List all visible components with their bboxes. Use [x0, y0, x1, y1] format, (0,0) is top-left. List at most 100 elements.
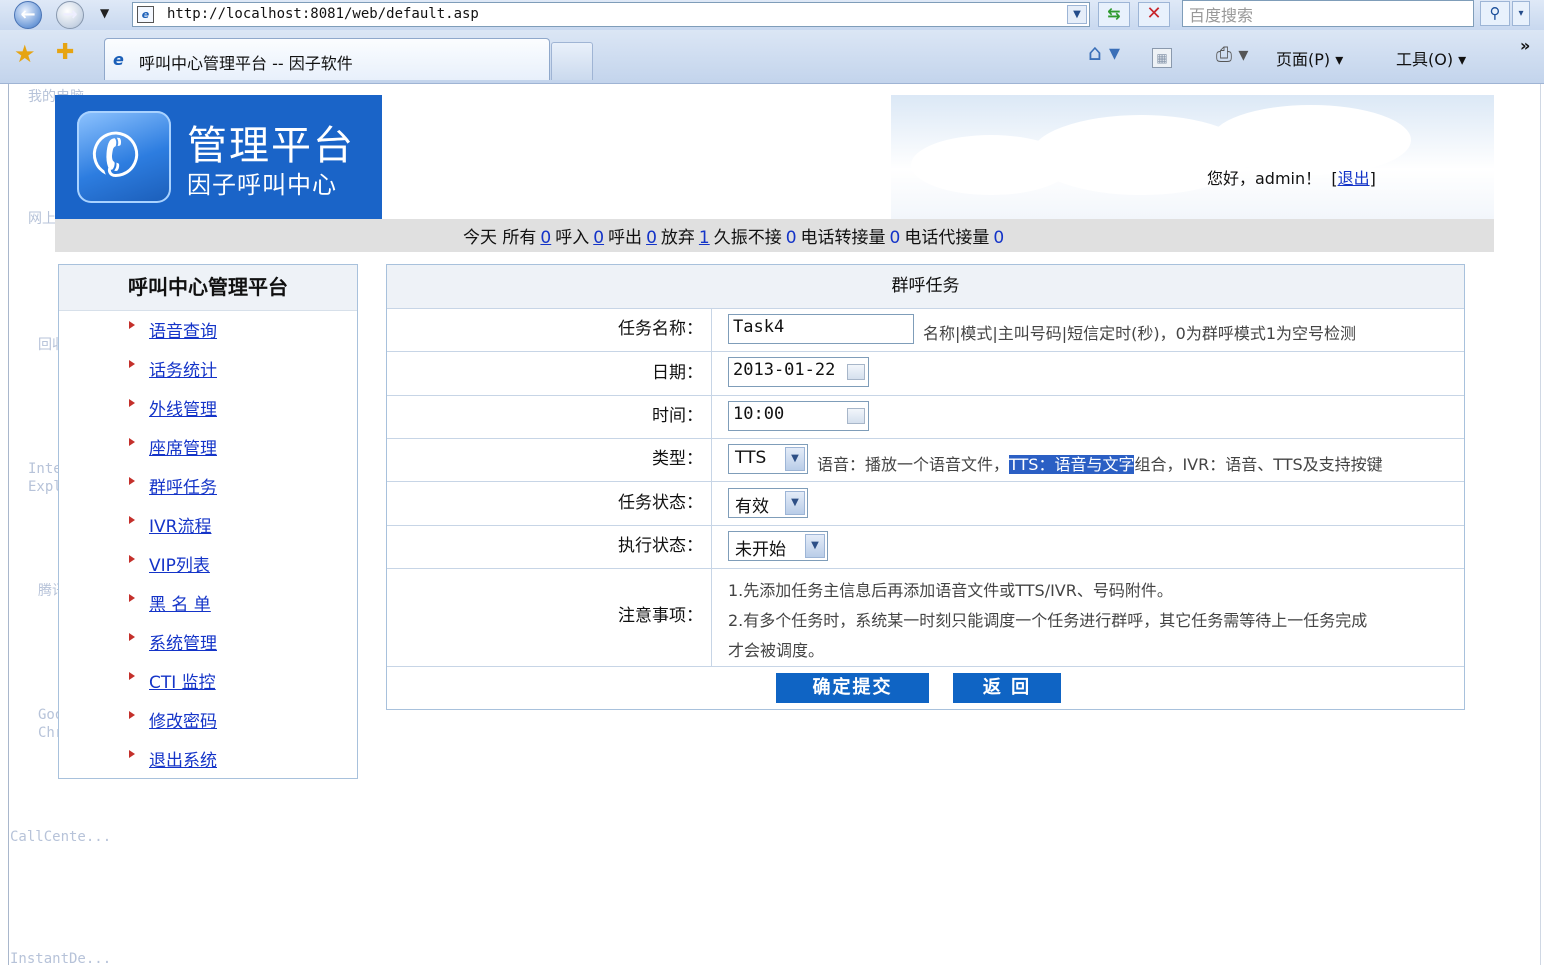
stats-transfer-label: 电话转接量: [800, 228, 886, 248]
menu-link[interactable]: 语音查询: [149, 322, 217, 342]
bullet-icon: [129, 516, 135, 524]
url-dropdown-icon[interactable]: ▼: [1067, 5, 1087, 24]
menu-item-vip[interactable]: VIP列表: [129, 551, 210, 576]
form-title: 群呼任务: [387, 265, 1464, 309]
page-menu[interactable]: 页面(P) ▾: [1276, 46, 1343, 70]
menu-link[interactable]: 退出系统: [149, 751, 217, 771]
bullet-icon: [129, 321, 135, 329]
stats-today: 今天: [463, 228, 497, 248]
search-dropdown-icon[interactable]: ▾: [1512, 1, 1530, 26]
stop-icon[interactable]: ✕: [1138, 2, 1170, 27]
type-hint: 语音：播放一个语音文件，TTS：语音与文字组合，IVR：语音、TTS及支持按键: [817, 451, 1383, 475]
task-status-select[interactable]: 有效 ▼: [728, 488, 808, 518]
stats-pickup-label: 电话代接量: [904, 228, 990, 248]
clock-picker-icon[interactable]: [847, 408, 865, 424]
forward-button[interactable]: →: [56, 1, 84, 29]
date-input[interactable]: 2013-01-22: [728, 357, 869, 387]
menu-item-cti[interactable]: CTI 监控: [129, 668, 216, 693]
exec-status-label: 执行状态：: [387, 526, 712, 568]
stats-in-label: 呼入: [555, 228, 590, 248]
tools-menu[interactable]: 工具(O) ▾: [1396, 46, 1466, 70]
type-label: 类型：: [387, 439, 712, 481]
menu-link[interactable]: VIP列表: [149, 556, 210, 576]
menu-link[interactable]: 系统管理: [149, 634, 217, 654]
time-input[interactable]: 10:00: [728, 401, 869, 431]
note-2: 2.有多个任务时，系统某一时刻只能调度一个任务进行群呼，其它任务需等待上一任务完…: [728, 611, 1368, 630]
banner: ✆ 管理平台 因子呼叫中心 您好，admin！ [退出]: [55, 95, 1494, 219]
bullet-icon: [129, 672, 135, 680]
stats-all-label: 所有: [502, 228, 537, 248]
row-notes: 注意事项： 1.先添加任务主信息后再添加语音文件或TTS/IVR、号码附件。 2…: [387, 569, 1464, 667]
menu-link[interactable]: 黑 名 单: [149, 595, 211, 615]
stats-noanswer-label: 久振不接: [713, 228, 782, 248]
task-name-input[interactable]: Task4: [728, 314, 914, 344]
add-favorite-icon[interactable]: ✚: [56, 40, 74, 65]
bullet-icon: [129, 750, 135, 758]
exec-status-select[interactable]: 未开始 ▼: [728, 531, 828, 561]
home-icon[interactable]: ⌂ ▾: [1088, 41, 1120, 66]
ghost-label: InstantDe...: [10, 951, 112, 965]
menu-item-system[interactable]: 系统管理: [129, 629, 217, 654]
tab-active[interactable]: e 呼叫中心管理平台 -- 因子软件: [104, 38, 550, 80]
menu-link[interactable]: 座席管理: [149, 439, 217, 459]
chevron-down-icon[interactable]: ▼: [785, 447, 805, 471]
search-input[interactable]: 百度搜索: [1182, 0, 1474, 27]
history-dropdown-icon[interactable]: ▼: [100, 6, 109, 20]
bullet-icon: [129, 360, 135, 368]
menu-item-call-stats[interactable]: 话务统计: [129, 356, 217, 381]
banner-sky-image: [891, 95, 1494, 219]
menu-item-exit[interactable]: 退出系统: [129, 746, 217, 771]
stats-abandon-label: 放弃: [660, 228, 695, 248]
submit-button[interactable]: 确定提交: [776, 673, 929, 703]
menu-item-voice-query[interactable]: 语音查询: [129, 317, 217, 342]
favorites-star-icon[interactable]: ★: [14, 40, 36, 68]
url-text: http://localhost:8081/web/default.asp: [167, 6, 479, 22]
menu-link[interactable]: 话务统计: [149, 361, 217, 381]
task-status-value: 有效: [735, 497, 769, 517]
search-icon[interactable]: ⚲: [1480, 1, 1510, 26]
bullet-icon: [129, 633, 135, 641]
menu-item-blacklist[interactable]: 黑 名 单: [129, 590, 211, 615]
more-chevron-icon[interactable]: »: [1520, 36, 1530, 55]
logout-link[interactable]: 退出: [1338, 169, 1370, 188]
menu-item-ivr[interactable]: IVR流程: [129, 512, 211, 537]
row-date: 日期： 2013-01-22: [387, 352, 1464, 396]
calendar-icon[interactable]: [847, 364, 865, 380]
bullet-icon: [129, 399, 135, 407]
menu-link[interactable]: CTI 监控: [149, 673, 216, 693]
back-button[interactable]: ←: [14, 1, 42, 29]
menu-item-password[interactable]: 修改密码: [129, 707, 217, 732]
row-task-name: 任务名称： Task4 名称|模式|主叫号码|短信定时(秒)，0为群呼模式1为空…: [387, 309, 1464, 352]
address-bar: ← → ▼ e http://localhost:8081/web/defaul…: [0, 0, 1544, 30]
chevron-down-icon[interactable]: ▼: [785, 491, 805, 515]
menu-item-trunk[interactable]: 外线管理: [129, 395, 217, 420]
notes-label: 注意事项：: [387, 569, 712, 666]
refresh-icon[interactable]: ⇆: [1098, 2, 1130, 27]
tab-bar: ★ ✚ e 呼叫中心管理平台 -- 因子软件 ⌂ ▾ ▦ ⎙ ▾ 页面(P) ▾…: [0, 30, 1544, 84]
greeting-text: 您好，admin！: [1207, 169, 1322, 188]
window-border-right: [1540, 84, 1541, 965]
menu-link[interactable]: IVR流程: [149, 517, 211, 537]
menu-item-group-call[interactable]: 群呼任务: [129, 473, 217, 498]
stats-abandon[interactable]: 1: [699, 228, 710, 248]
menu-link[interactable]: 群呼任务: [149, 478, 217, 498]
print-icon[interactable]: ⎙ ▾: [1216, 42, 1248, 66]
chevron-down-icon[interactable]: ▼: [805, 534, 825, 558]
stats-in[interactable]: 0: [593, 228, 604, 248]
menu-link[interactable]: 外线管理: [149, 400, 217, 420]
time-value: 10:00: [733, 404, 785, 424]
bullet-icon: [129, 438, 135, 446]
ie-tab-icon: e: [113, 50, 124, 69]
exec-status-value: 未开始: [735, 540, 786, 560]
url-input[interactable]: e http://localhost:8081/web/default.asp …: [132, 2, 1090, 27]
stats-all[interactable]: 0: [540, 228, 551, 248]
back-button[interactable]: 返 回: [953, 673, 1061, 703]
menu-item-agent[interactable]: 座席管理: [129, 434, 217, 459]
type-select[interactable]: TTS ▼: [728, 444, 808, 474]
feeds-icon[interactable]: ▦: [1152, 48, 1172, 68]
new-tab-button[interactable]: [551, 42, 593, 80]
menu-link[interactable]: 修改密码: [149, 712, 217, 732]
stats-transfer: 0: [889, 228, 901, 248]
stats-out[interactable]: 0: [646, 228, 657, 248]
type-hint-highlight: TTS：语音与文字: [1009, 455, 1135, 474]
